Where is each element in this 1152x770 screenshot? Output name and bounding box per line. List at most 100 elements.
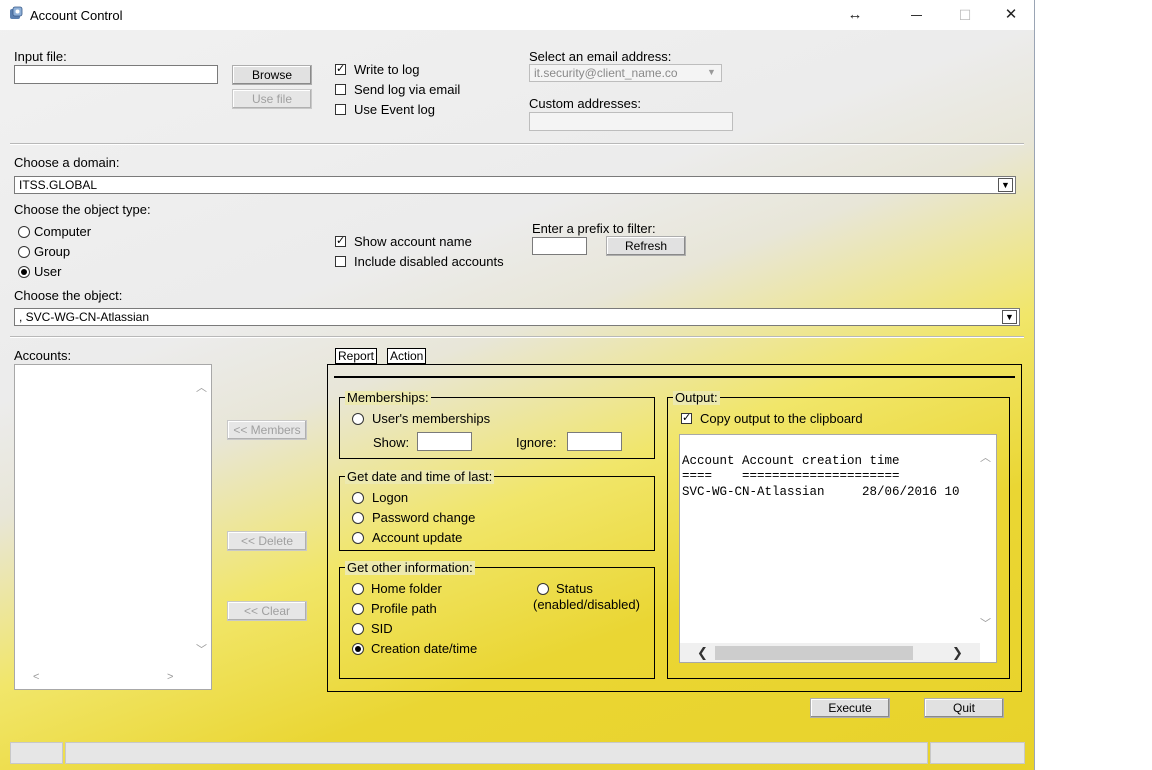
use-event-log-label: Use Event log bbox=[354, 102, 435, 117]
scroll-up-icon[interactable]: ︿ bbox=[196, 379, 207, 395]
scroll-down-icon[interactable]: ﹀ bbox=[196, 641, 207, 657]
radio-status-label: Status bbox=[556, 581, 593, 596]
scrollbar-thumb[interactable] bbox=[715, 646, 913, 660]
show-account-name-checkbox[interactable]: ✓ bbox=[335, 236, 346, 247]
include-disabled-label: Include disabled accounts bbox=[354, 254, 504, 269]
radio-user-label: User bbox=[34, 264, 62, 279]
scroll-left-icon[interactable]: < bbox=[33, 671, 39, 683]
write-to-log-label: Write to log bbox=[354, 62, 420, 77]
title-bar[interactable]: Account Control ↔ ☐ ✕ bbox=[0, 0, 1034, 30]
prefix-filter-input[interactable] bbox=[532, 237, 587, 255]
radio-profile-path[interactable] bbox=[352, 603, 364, 615]
ignore-input[interactable] bbox=[567, 432, 622, 451]
radio-logon[interactable] bbox=[352, 492, 364, 504]
execute-button[interactable]: Execute bbox=[810, 698, 890, 718]
email-address-select[interactable]: it.security@client_name.co ▼ bbox=[529, 64, 722, 82]
chevron-down-icon: ▼ bbox=[1002, 310, 1017, 324]
prefix-filter-label: Enter a prefix to filter: bbox=[532, 221, 656, 236]
quit-button[interactable]: Quit bbox=[924, 698, 1004, 718]
input-file-label: Input file: bbox=[14, 49, 67, 64]
ignore-label: Ignore: bbox=[516, 435, 557, 450]
output-line: Account Account creation time bbox=[682, 454, 900, 468]
radio-home-folder[interactable] bbox=[352, 583, 364, 595]
app-icon bbox=[10, 6, 23, 19]
close-button[interactable]: ✕ bbox=[988, 0, 1034, 30]
use-file-button[interactable]: Use file bbox=[232, 89, 312, 109]
custom-addresses-label: Custom addresses: bbox=[529, 96, 641, 111]
domain-label: Choose a domain: bbox=[14, 155, 120, 170]
output-textbox[interactable]: Account Account creation time ==== =====… bbox=[679, 434, 997, 663]
radio-group[interactable] bbox=[18, 246, 30, 258]
chevron-down-icon: ▼ bbox=[707, 67, 716, 77]
separator bbox=[10, 336, 1024, 338]
send-log-email-label: Send log via email bbox=[354, 82, 461, 97]
browse-button[interactable]: Browse bbox=[232, 65, 312, 85]
object-label: Choose the object: bbox=[14, 288, 123, 303]
radio-users-memberships[interactable] bbox=[352, 413, 364, 425]
last-activity-legend: Get date and time of last: bbox=[345, 469, 495, 484]
scroll-right-icon[interactable]: ❯ bbox=[952, 645, 963, 661]
horizontal-scrollbar[interactable]: ❮ ❯ bbox=[680, 643, 980, 662]
radio-creation-date-label: Creation date/time bbox=[371, 641, 478, 656]
show-input[interactable] bbox=[417, 432, 472, 451]
radio-sid[interactable] bbox=[352, 623, 364, 635]
show-account-name-label: Show account name bbox=[354, 234, 472, 249]
radio-creation-date[interactable] bbox=[352, 643, 364, 655]
members-button[interactable]: << Members bbox=[227, 420, 307, 440]
radio-logon-label: Logon bbox=[372, 490, 409, 505]
radio-status[interactable] bbox=[537, 583, 549, 595]
radio-account-update-label: Account update bbox=[372, 530, 463, 545]
include-disabled-checkbox[interactable] bbox=[335, 256, 346, 267]
radio-home-folder-label: Home folder bbox=[371, 581, 442, 596]
object-value: , SVC-WG-CN-Atlassian bbox=[19, 310, 150, 324]
account-control-window: Account Control ↔ ☐ ✕ Input file: Browse… bbox=[0, 0, 1035, 770]
custom-addresses-field[interactable] bbox=[529, 112, 733, 131]
radio-user[interactable] bbox=[18, 266, 30, 278]
status-sub-label: (enabled/disabled) bbox=[533, 597, 640, 612]
radio-users-memberships-label: User's memberships bbox=[372, 411, 491, 426]
accounts-label: Accounts: bbox=[14, 348, 72, 363]
window-title: Account Control bbox=[30, 8, 123, 23]
separator bbox=[10, 143, 1024, 145]
status-pane-left bbox=[10, 742, 63, 764]
output-line: SVC-WG-CN-Atlassian 28/06/2016 10 bbox=[682, 485, 960, 499]
scroll-down-icon[interactable]: ﹀ bbox=[980, 615, 991, 631]
write-to-log-checkbox[interactable]: ✓ bbox=[335, 64, 346, 75]
radio-group-label: Group bbox=[34, 244, 71, 259]
maximize-button[interactable]: ☐ bbox=[942, 0, 988, 30]
scroll-left-icon[interactable]: ❮ bbox=[697, 645, 708, 661]
send-log-email-checkbox[interactable] bbox=[335, 84, 346, 95]
scroll-up-icon[interactable]: ︿ bbox=[980, 449, 991, 465]
radio-computer[interactable] bbox=[18, 226, 30, 238]
radio-profile-path-label: Profile path bbox=[371, 601, 437, 616]
copy-clipboard-checkbox[interactable]: ✓ bbox=[681, 413, 692, 424]
accounts-list[interactable]: ︿ ﹀ < > bbox=[14, 364, 212, 690]
other-info-legend: Get other information: bbox=[345, 560, 475, 575]
status-pane-main bbox=[65, 742, 928, 764]
tab-report[interactable]: Report bbox=[335, 348, 378, 364]
status-pane-right bbox=[930, 742, 1025, 764]
output-legend: Output: bbox=[673, 390, 720, 405]
radio-sid-label: SID bbox=[371, 621, 393, 636]
copy-clipboard-label: Copy output to the clipboard bbox=[700, 411, 863, 426]
show-label: Show: bbox=[373, 435, 410, 450]
chevron-down-icon: ▼ bbox=[998, 178, 1013, 192]
tab-divider bbox=[334, 376, 1015, 378]
clear-button[interactable]: << Clear bbox=[227, 601, 307, 621]
radio-password-change[interactable] bbox=[352, 512, 364, 524]
radio-account-update[interactable] bbox=[352, 532, 364, 544]
delete-button[interactable]: << Delete bbox=[227, 531, 307, 551]
object-type-label: Choose the object type: bbox=[14, 202, 151, 217]
radio-computer-label: Computer bbox=[34, 224, 92, 239]
use-event-log-checkbox[interactable] bbox=[335, 104, 346, 115]
tab-action[interactable]: Action bbox=[387, 348, 427, 364]
input-file-field[interactable] bbox=[14, 65, 218, 84]
radio-password-change-label: Password change bbox=[372, 510, 476, 525]
memberships-legend: Memberships: bbox=[345, 390, 431, 405]
scroll-right-icon[interactable]: > bbox=[167, 671, 173, 683]
domain-select[interactable]: ITSS.GLOBAL ▼ bbox=[14, 176, 1016, 194]
minimize-button[interactable] bbox=[894, 0, 940, 30]
refresh-button[interactable]: Refresh bbox=[606, 236, 686, 256]
resize-arrows-icon: ↔ bbox=[847, 6, 863, 23]
object-select[interactable]: , SVC-WG-CN-Atlassian ▼ bbox=[14, 308, 1020, 326]
